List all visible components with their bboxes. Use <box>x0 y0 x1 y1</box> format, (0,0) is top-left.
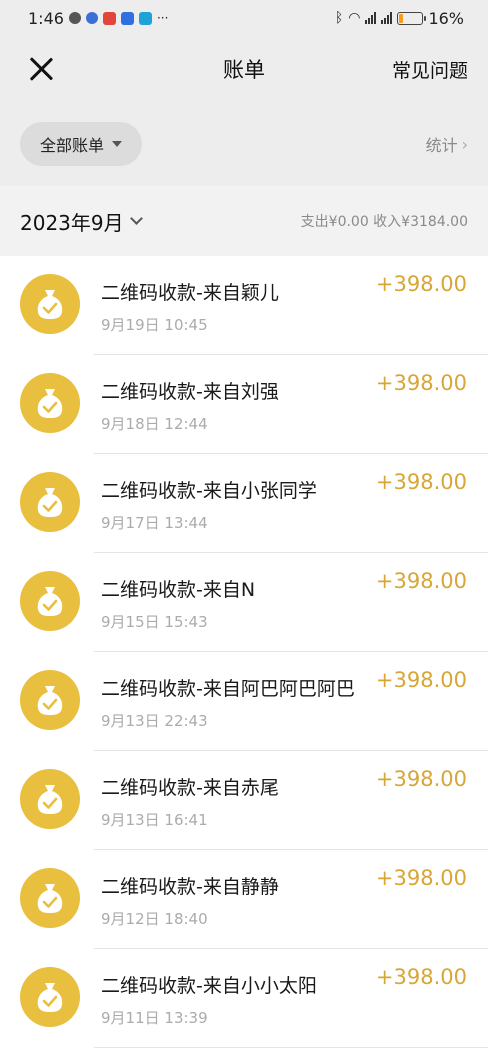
transaction-time: 9月19日 10:45 <box>101 316 208 334</box>
transaction-avatar <box>20 967 80 1027</box>
money-bag-check-icon <box>37 884 63 913</box>
signal-icon-2 <box>381 12 393 24</box>
month-label: 2023年9月 <box>20 210 124 235</box>
transaction-time: 9月13日 22:43 <box>101 712 208 730</box>
battery-fill <box>399 13 404 23</box>
transaction-amount: +398.00 <box>371 371 467 395</box>
status-right: ᛒ ◠ 16% <box>335 9 464 28</box>
globe-notification-icon <box>85 12 98 24</box>
transaction-amount: +398.00 <box>371 668 467 692</box>
month-summary: 支出¥0.00 收入¥3184.00 <box>300 214 468 230</box>
transaction-time: 9月15日 15:43 <box>101 613 208 631</box>
transaction-row[interactable]: 二维码收款-来自刘强 9月18日 12:44 +398.00 <box>0 355 488 454</box>
status-time: 1:46 <box>28 8 64 28</box>
stats-label: 统计 <box>425 136 458 155</box>
transaction-row[interactable]: 二维码收款-来自颖儿 9月19日 10:45 +398.00 <box>0 256 488 355</box>
transaction-row[interactable]: 二维码收款-来自小小太阳 9月11日 13:39 +398.00 <box>0 949 488 1048</box>
transaction-avatar <box>20 769 80 829</box>
money-bag-check-icon <box>37 290 63 319</box>
wifi-icon: ◠ <box>348 10 361 26</box>
transaction-time: 9月11日 13:39 <box>101 1009 208 1027</box>
transaction-time: 9月12日 18:40 <box>101 910 208 928</box>
transaction-row[interactable]: 二维码收款-来自静静 9月12日 18:40 +398.00 <box>0 850 488 949</box>
transaction-title: 二维码收款-来自小小太阳 <box>101 975 317 997</box>
transaction-time: 9月18日 12:44 <box>101 415 208 433</box>
chevron-right-icon: › <box>461 134 468 154</box>
month-header: 2023年9月 支出¥0.00 收入¥3184.00 <box>0 186 488 256</box>
transaction-row[interactable]: 二维码收款-来自赤尾 9月13日 16:41 +398.00 <box>0 751 488 850</box>
money-bag-check-icon <box>37 686 63 715</box>
transaction-amount: +398.00 <box>371 470 467 494</box>
status-bar: 1:46 ··· ᛒ ◠ 16% <box>0 0 488 36</box>
transaction-time: 9月17日 13:44 <box>101 514 208 532</box>
filter-bar: 全部账单 统计 › <box>0 102 488 186</box>
transaction-amount: +398.00 <box>371 767 467 791</box>
battery-percent: 16% <box>428 8 464 28</box>
page-title: 账单 <box>223 58 265 82</box>
transaction-avatar <box>20 571 80 631</box>
bluetooth-icon: ᛒ <box>334 10 344 26</box>
money-bag-check-icon <box>37 587 63 616</box>
month-picker[interactable]: 2023年9月 <box>20 207 143 236</box>
transaction-row[interactable]: 二维码收款-来自阿巴阿巴阿巴 9月13日 22:43 +398.00 <box>0 652 488 751</box>
money-bag-check-icon <box>37 488 63 517</box>
app-notification-icon <box>68 12 81 24</box>
bill-scope-label: 全部账单 <box>40 136 105 155</box>
transaction-avatar <box>20 670 80 730</box>
transaction-row[interactable]: 二维码收款-来自N 9月15日 15:43 +398.00 <box>0 553 488 652</box>
chevron-down-icon <box>129 212 143 225</box>
transaction-row[interactable]: 二维码收款-来自小张同学 9月17日 13:44 +398.00 <box>0 454 488 553</box>
transaction-avatar <box>20 373 80 433</box>
status-left: 1:46 ··· <box>28 9 168 28</box>
row-divider <box>94 1047 488 1048</box>
caret-down-icon <box>112 141 123 147</box>
money-bag-check-icon <box>37 389 63 418</box>
transaction-title: 二维码收款-来自静静 <box>101 876 279 898</box>
app-cyan-notification-icon <box>138 11 152 25</box>
transaction-amount: +398.00 <box>371 569 467 593</box>
transaction-amount: +398.00 <box>371 965 467 989</box>
signal-icon-1 <box>365 12 377 24</box>
faq-link[interactable]: 常见问题 <box>392 56 468 83</box>
app-red-notification-icon <box>102 11 116 25</box>
money-bag-check-icon <box>37 785 63 814</box>
bill-scope-filter-button[interactable]: 全部账单 <box>20 122 143 166</box>
close-icon[interactable] <box>28 56 54 82</box>
stats-link[interactable]: 统计 › <box>426 132 468 156</box>
transaction-list: 二维码收款-来自颖儿 9月19日 10:45 +398.00 二维码收款-来自刘强 9月… <box>0 256 488 1059</box>
transaction-avatar <box>20 274 80 334</box>
money-bag-check-icon <box>37 983 63 1012</box>
transaction-avatar <box>20 472 80 532</box>
transaction-title: 二维码收款-来自阿巴阿巴阿巴 <box>101 678 355 700</box>
transaction-title: 二维码收款-来自颖儿 <box>101 282 279 304</box>
nav-bar: 账单 常见问题 <box>0 36 488 102</box>
transaction-avatar <box>20 868 80 928</box>
transaction-amount: +398.00 <box>371 866 467 890</box>
transaction-title: 二维码收款-来自刘强 <box>101 381 279 403</box>
battery-icon <box>397 11 427 25</box>
transaction-amount: +398.00 <box>371 272 467 296</box>
transaction-title: 二维码收款-来自赤尾 <box>101 777 279 799</box>
transaction-time: 9月13日 16:41 <box>101 811 208 829</box>
transaction-title: 二维码收款-来自N <box>101 579 256 601</box>
transaction-title: 二维码收款-来自小张同学 <box>101 480 317 502</box>
more-notifications-icon: ··· <box>156 11 169 25</box>
app-blue-notification-icon <box>120 11 134 25</box>
